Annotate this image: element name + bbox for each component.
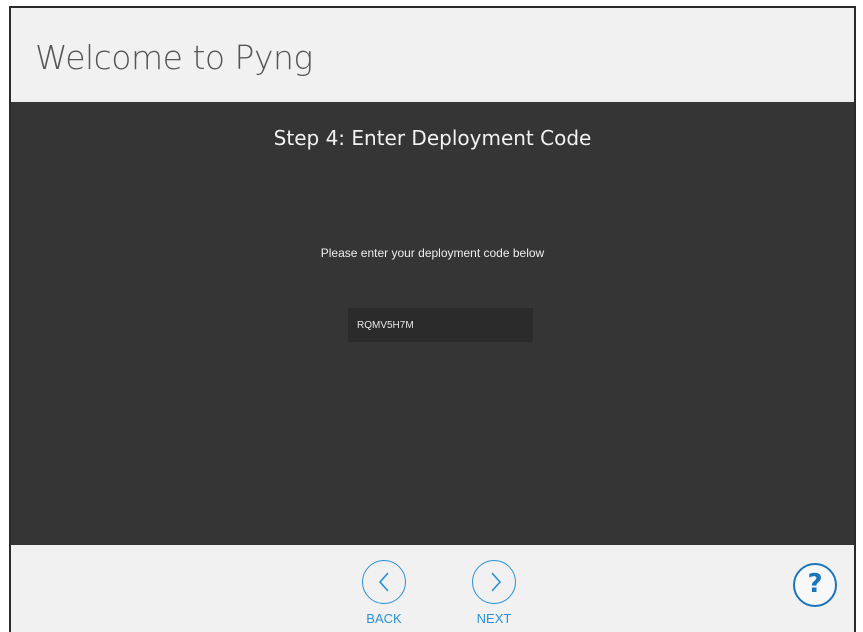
back-button-circle[interactable] [362, 560, 406, 604]
back-label[interactable]: BACK [361, 611, 407, 626]
header: Welcome to Pyng [11, 8, 854, 102]
app-window: Welcome to Pyng Step 4: Enter Deployment… [9, 6, 856, 632]
next-label[interactable]: NEXT [471, 611, 517, 626]
page-title: Welcome to Pyng [35, 38, 313, 77]
instruction-text: Please enter your deployment code below [320, 246, 545, 260]
chevron-right-icon [491, 572, 502, 592]
footer-nav: BACK NEXT ? [11, 545, 854, 632]
next-button[interactable]: NEXT [471, 560, 521, 632]
help-button[interactable]: ? [793, 563, 837, 607]
chevron-left-icon [378, 572, 389, 592]
next-button-circle[interactable] [472, 560, 516, 604]
back-button[interactable]: BACK [361, 560, 411, 632]
step-title: Step 4: Enter Deployment Code [273, 126, 592, 150]
question-icon[interactable]: ? [807, 569, 822, 599]
main-panel: Step 4: Enter Deployment Code Please ent… [11, 102, 854, 545]
deployment-code-input[interactable] [348, 308, 533, 342]
